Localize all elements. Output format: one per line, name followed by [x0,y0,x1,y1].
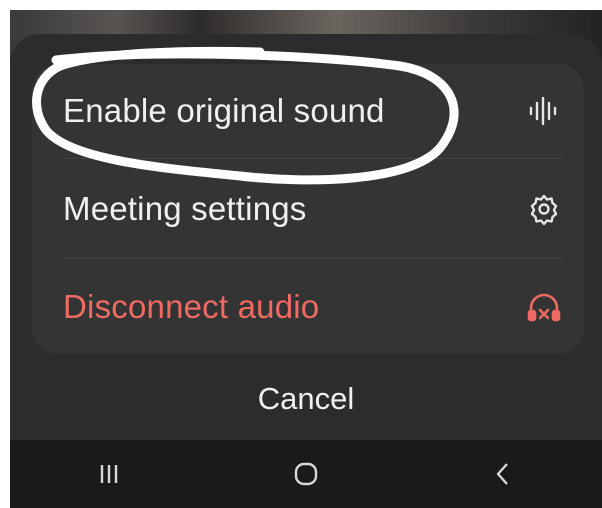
menu-divider [63,158,563,159]
cancel-button[interactable]: Cancel [10,364,602,434]
disconnect-audio-item[interactable]: Disconnect audio [32,260,584,354]
audio-waveform-icon [526,93,562,129]
recent-apps-button[interactable] [79,449,139,499]
home-icon [294,462,318,486]
recent-apps-icon [100,465,117,483]
meeting-settings-item[interactable]: Meeting settings [32,162,584,256]
system-navigation-bar [10,440,602,508]
phone-screen: Enable original sound Meeting settings D… [10,10,602,508]
enable-original-sound-item[interactable]: Enable original sound [32,64,584,158]
back-icon [497,463,509,485]
cancel-label: Cancel [257,381,355,416]
action-sheet: Enable original sound Meeting settings D… [10,34,602,440]
home-button[interactable] [276,449,336,499]
menu-divider [63,258,563,259]
meeting-settings-label: Meeting settings [63,190,307,227]
disconnect-audio-label: Disconnect audio [63,288,320,325]
gear-icon [526,191,562,227]
enable-original-sound-label: Enable original sound [63,92,385,129]
back-button[interactable] [473,449,533,499]
menu-card: Enable original sound Meeting settings D… [32,64,584,354]
headphones-disconnect-icon [526,289,562,325]
